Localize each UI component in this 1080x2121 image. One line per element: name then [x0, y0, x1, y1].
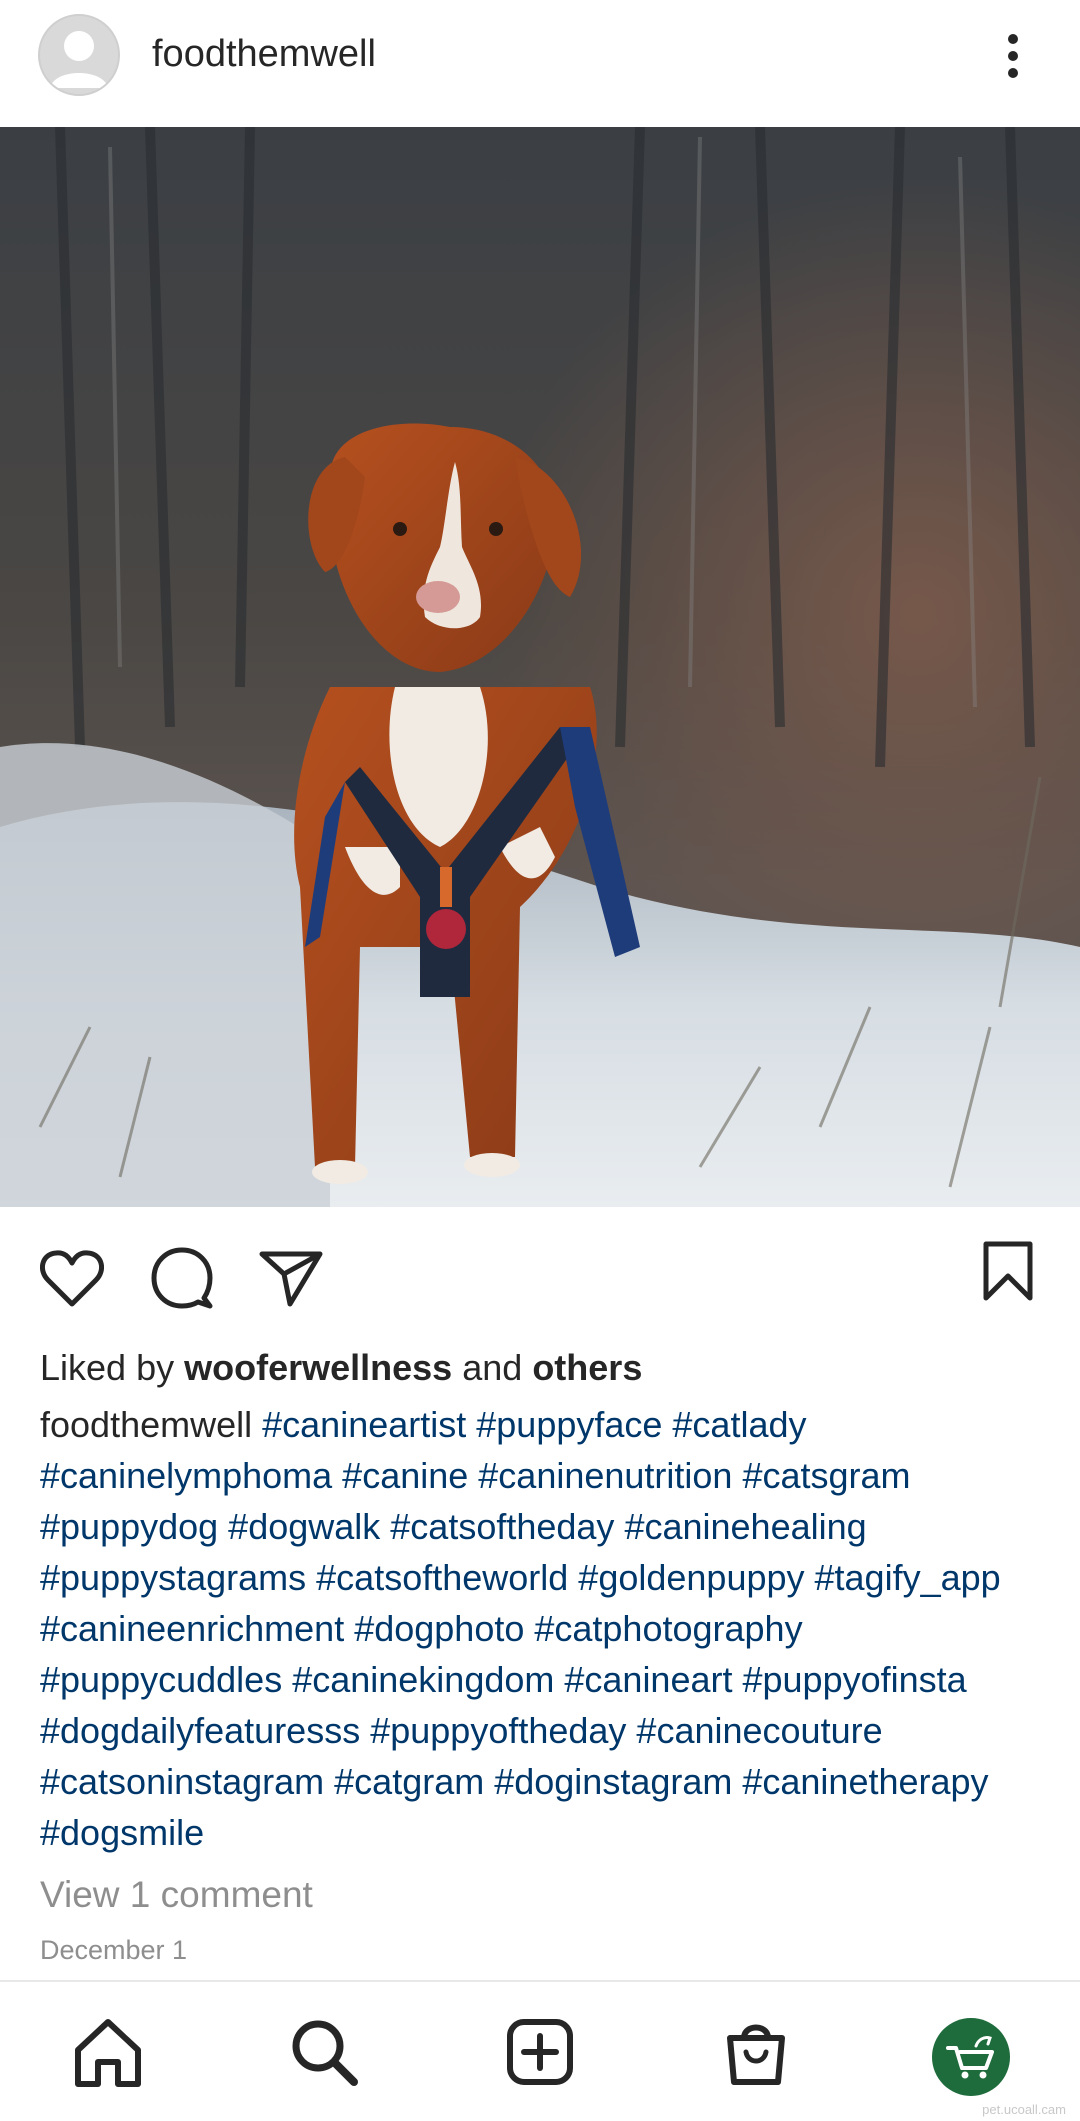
shopping-bag-icon[interactable]: [716, 2012, 796, 2092]
home-icon[interactable]: [68, 2012, 148, 2092]
caption-username[interactable]: foodthemwell: [40, 1404, 252, 1445]
avatar[interactable]: [38, 14, 120, 96]
post-username[interactable]: foodthemwell: [152, 32, 376, 76]
post-caption: foodthemwell #canineartist #puppyface #c…: [40, 1399, 1050, 1858]
cart-dog-logo[interactable]: [932, 2018, 1010, 2096]
liked-by-prefix: Liked by: [40, 1347, 175, 1388]
view-comments-link[interactable]: View 1 comment: [40, 1871, 313, 1919]
plus-square-icon[interactable]: [500, 2012, 580, 2092]
caption-hashtags[interactable]: #canineartist #puppyface #catlady #canin…: [40, 1404, 1001, 1853]
likes-summary[interactable]: Liked by wooferwellness and others: [40, 1345, 642, 1391]
watermark: pet.ucoall.cam: [982, 2102, 1066, 2117]
bookmark-icon[interactable]: [982, 1240, 1034, 1304]
bottom-navigation: pet.ucoall.cam: [0, 1980, 1080, 2121]
post-photo[interactable]: [0, 127, 1080, 1207]
search-icon[interactable]: [284, 2012, 364, 2092]
post-header: foodthemwell: [0, 0, 1080, 126]
post-date: December 1: [40, 1935, 188, 1965]
liked-by-others[interactable]: others: [532, 1347, 642, 1388]
send-icon[interactable]: [258, 1248, 324, 1308]
heart-icon[interactable]: [39, 1248, 105, 1308]
liked-by-and: and: [462, 1347, 523, 1388]
more-options-icon[interactable]: [990, 26, 1036, 86]
comment-icon[interactable]: [150, 1246, 214, 1310]
liked-by-user[interactable]: wooferwellness: [184, 1347, 452, 1388]
post-actions: [0, 1220, 1080, 1330]
